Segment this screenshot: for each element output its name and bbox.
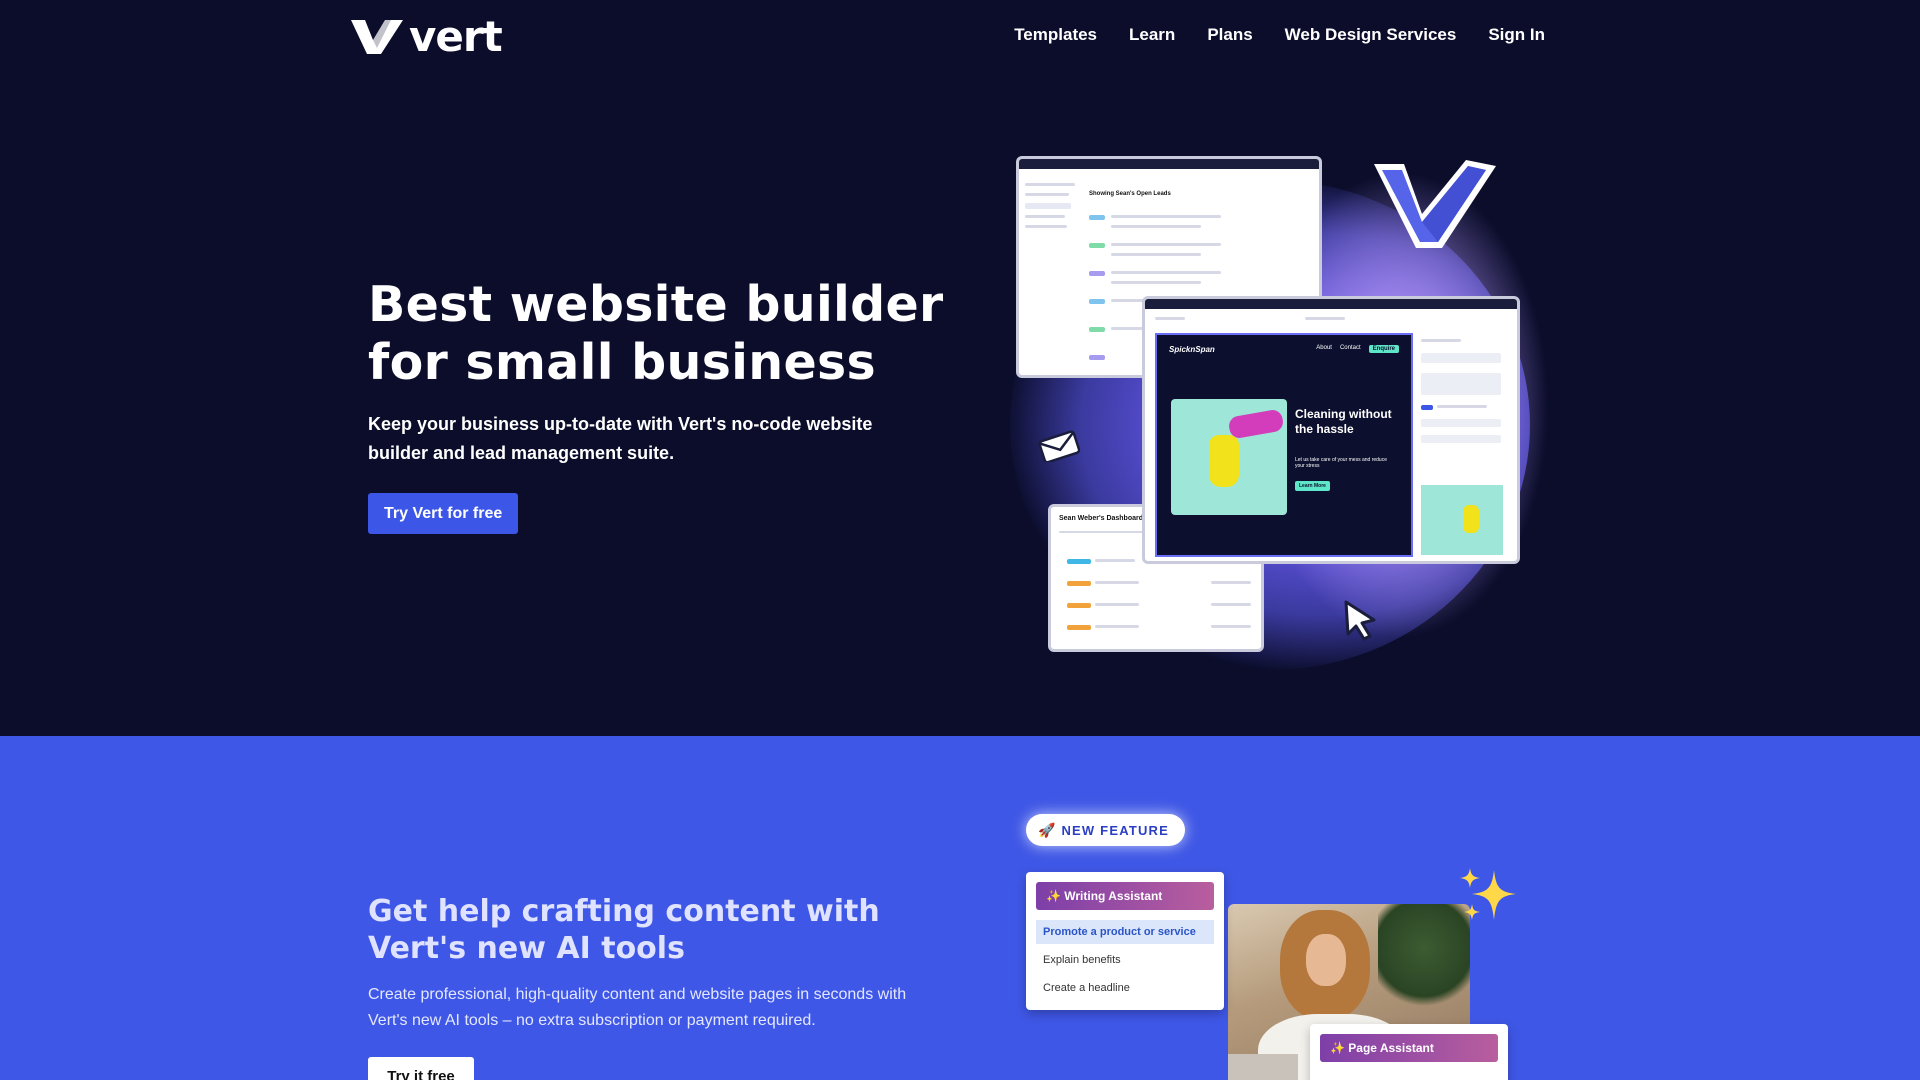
brand-name: vert xyxy=(409,12,503,61)
top-nav: vert Templates Learn Plans Web Design Se… xyxy=(0,0,1920,72)
editor-side-panel xyxy=(1415,333,1513,561)
hero-title: Best website builder for small business xyxy=(368,276,944,391)
option-promote-product[interactable]: Promote a product or service xyxy=(1036,920,1214,944)
editor-screenshot: SpicknSpan About Contact Enquire Cleanin… xyxy=(1142,296,1520,564)
page-assistant-header[interactable]: ✨ Page Assistant xyxy=(1320,1034,1498,1062)
try-it-free-button[interactable]: Try it free xyxy=(368,1057,474,1080)
ai-section-title: Get help crafting content with Vert's ne… xyxy=(368,894,880,966)
leads-title: Showing Sean's Open Leads xyxy=(1089,191,1171,197)
option-create-headline[interactable]: Create a headline xyxy=(1036,976,1214,1000)
try-vert-free-button[interactable]: Try Vert for free xyxy=(368,493,519,534)
new-feature-badge: 🚀 NEW FEATURE xyxy=(1026,814,1186,846)
hero-section: vert Templates Learn Plans Web Design Se… xyxy=(0,0,1920,736)
hero-illustration: Showing Sean's Open Leads Sean Weber's D… xyxy=(1000,140,1560,670)
page-assistant-card: ✨ Page Assistant xyxy=(1310,1024,1508,1080)
envelope-icon xyxy=(1038,430,1080,462)
ai-section-subtitle: Create professional, high-quality conten… xyxy=(368,986,907,1029)
nav-templates[interactable]: Templates xyxy=(1014,24,1097,46)
dashboard-title: Sean Weber's Dashboard xyxy=(1059,515,1144,522)
nav-learn[interactable]: Learn xyxy=(1129,24,1175,46)
ai-tools-section: Get help crafting content with Vert's ne… xyxy=(0,736,1920,1080)
vert-logo[interactable]: vert xyxy=(351,12,503,61)
site-preview: SpicknSpan About Contact Enquire Cleanin… xyxy=(1155,333,1413,557)
nav-plans[interactable]: Plans xyxy=(1207,24,1252,46)
site-brand: SpicknSpan xyxy=(1169,345,1215,354)
nav-web-design-services[interactable]: Web Design Services xyxy=(1285,24,1457,46)
rocket-icon: 🚀 xyxy=(1038,821,1056,838)
vert-logo-icon xyxy=(351,20,403,54)
site-body: Let us take care of your mess and reduce… xyxy=(1295,457,1387,469)
hero-copy: Best website builder for small business … xyxy=(368,276,948,534)
nav-sign-in[interactable]: Sign In xyxy=(1488,24,1545,46)
vert-check-icon xyxy=(1374,160,1496,248)
writing-assistant-header[interactable]: ✨ Writing Assistant xyxy=(1036,882,1214,910)
cursor-icon xyxy=(1344,600,1376,641)
site-nav: About Contact Enquire xyxy=(1316,345,1399,353)
site-learn-more: Learn More xyxy=(1295,481,1330,491)
site-nav-enquire: Enquire xyxy=(1368,345,1399,353)
nav-menu: Templates Learn Plans Web Design Service… xyxy=(1014,24,1545,46)
site-nav-about: About xyxy=(1316,345,1332,351)
site-nav-contact: Contact xyxy=(1339,345,1361,351)
badge-label: NEW FEATURE xyxy=(1061,822,1170,838)
sparkle-icon xyxy=(1460,868,1516,920)
site-headline: Cleaning without the hassle xyxy=(1295,407,1392,436)
hero-subtitle: Keep your business up-to-date with Vert'… xyxy=(368,414,873,463)
writing-assistant-menu: ✨ Writing Assistant Promote a product or… xyxy=(1026,872,1224,1010)
spray-bottle-image xyxy=(1171,399,1287,515)
ai-illustration: 🚀 NEW FEATURE ✨ Writing Assistant Promot… xyxy=(1020,814,1540,1080)
option-explain-benefits[interactable]: Explain benefits xyxy=(1036,948,1214,972)
